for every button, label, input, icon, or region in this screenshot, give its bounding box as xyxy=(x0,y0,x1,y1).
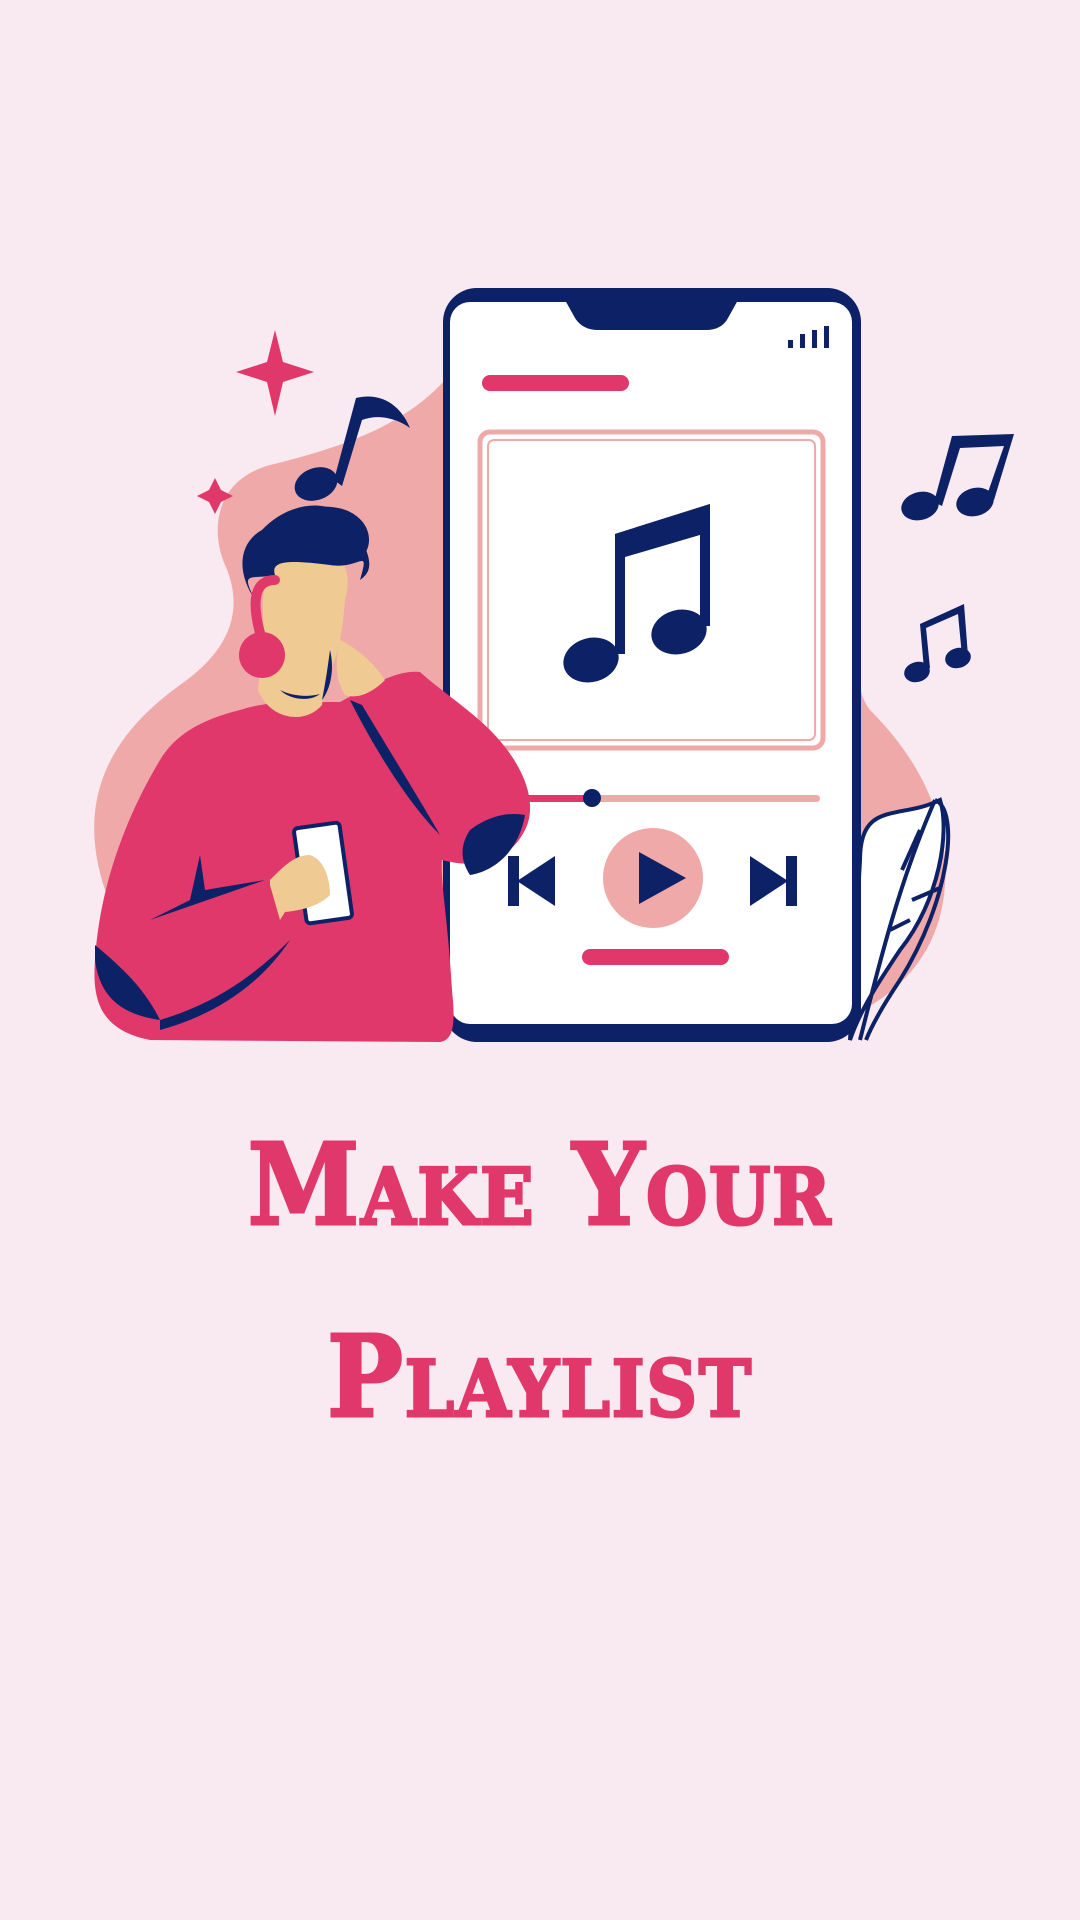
artist-placeholder xyxy=(582,949,729,965)
progress-fill xyxy=(520,795,592,802)
progress-knob[interactable] xyxy=(583,789,601,807)
title-line-1: Make Your xyxy=(246,1120,833,1251)
double-music-note-icon xyxy=(901,434,1014,521)
headphone-ear-cup xyxy=(239,632,285,678)
title-line-2: Playlist xyxy=(326,1312,753,1443)
phone-notch xyxy=(565,300,738,330)
song-title-placeholder xyxy=(482,375,629,391)
hero-illustration xyxy=(94,288,1014,1042)
phone xyxy=(443,288,861,1042)
play-button[interactable] xyxy=(603,828,703,928)
sparkle-icon xyxy=(236,330,314,416)
album-art xyxy=(477,429,826,751)
music-note-small-icon xyxy=(904,604,971,683)
title-block: Make Your Playlist xyxy=(0,1120,1080,1443)
